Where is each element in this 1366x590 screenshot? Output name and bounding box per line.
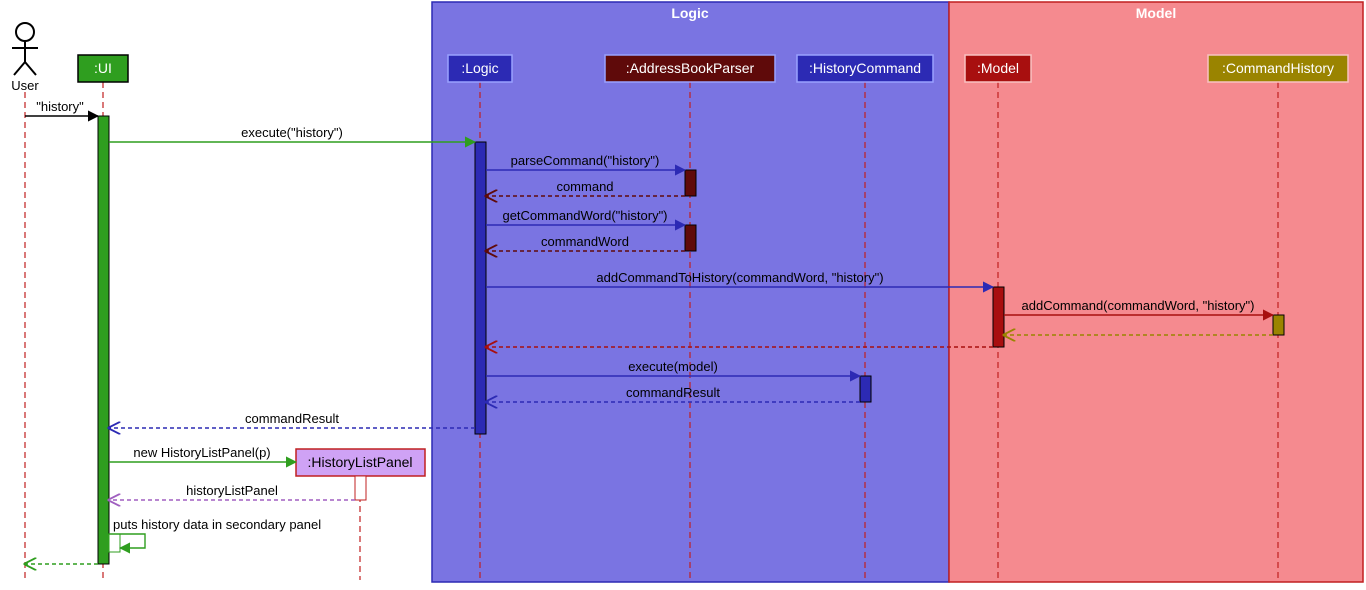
msg-commandword-return-label: commandWord (541, 234, 629, 249)
participant-historycmd: :HistoryCommand (797, 55, 933, 82)
participant-logic: :Logic (448, 55, 512, 82)
msg-execute-model-label: execute(model) (628, 359, 718, 374)
activation-logic (475, 142, 486, 434)
participant-historylistpanel: :HistoryListPanel (296, 449, 425, 476)
msg-parsecommand-label: parseCommand("history") (511, 153, 660, 168)
actor-user: User (11, 23, 39, 93)
msg-new-historylistpanel-label: new HistoryListPanel(p) (133, 445, 270, 460)
msg-commandresult-1-label: commandResult (626, 385, 720, 400)
msg-addcommandtohistory-label: addCommandToHistory(commandWord, "histor… (596, 270, 883, 285)
participant-historycmd-label: :HistoryCommand (809, 60, 921, 76)
activation-parser-2 (685, 225, 696, 251)
sequence-diagram: Logic Model User :UI :Logic :AddressBook… (0, 0, 1366, 590)
activation-ui (98, 116, 109, 564)
region-model-title: Model (1136, 5, 1176, 21)
activation-model (993, 287, 1004, 347)
activation-cmdhistory (1273, 315, 1284, 335)
participant-logic-label: :Logic (461, 60, 498, 76)
msg-execute-history-label: execute("history") (241, 125, 343, 140)
participant-ui: :UI (78, 55, 128, 82)
region-model: Model (949, 2, 1363, 582)
participant-model-label: :Model (977, 60, 1019, 76)
msg-history-label: "history" (36, 99, 84, 114)
participant-model: :Model (965, 55, 1031, 82)
activation-parser-1 (685, 170, 696, 196)
msg-addcommand-label: addCommand(commandWord, "history") (1022, 298, 1255, 313)
activation-historycmd (860, 376, 871, 402)
msg-getcommandword-label: getCommandWord("history") (502, 208, 667, 223)
actor-user-label: User (11, 78, 39, 93)
participant-cmdhistory: :CommandHistory (1208, 55, 1348, 82)
msg-self-puts-history-label: puts history data in secondary panel (113, 517, 321, 532)
participant-parser-label: :AddressBookParser (626, 60, 755, 76)
participant-historylistpanel-label: :HistoryListPanel (307, 454, 412, 470)
msg-historylistpanel-return-label: historyListPanel (186, 483, 278, 498)
msg-command-return-label: command (556, 179, 613, 194)
participant-cmdhistory-label: :CommandHistory (1222, 60, 1334, 76)
msg-commandresult-2-label: commandResult (245, 411, 339, 426)
activation-historylistpanel (355, 476, 366, 500)
participant-ui-label: :UI (94, 60, 112, 76)
region-logic-title: Logic (671, 5, 709, 21)
participant-parser: :AddressBookParser (605, 55, 775, 82)
activation-ui-self (109, 534, 120, 552)
